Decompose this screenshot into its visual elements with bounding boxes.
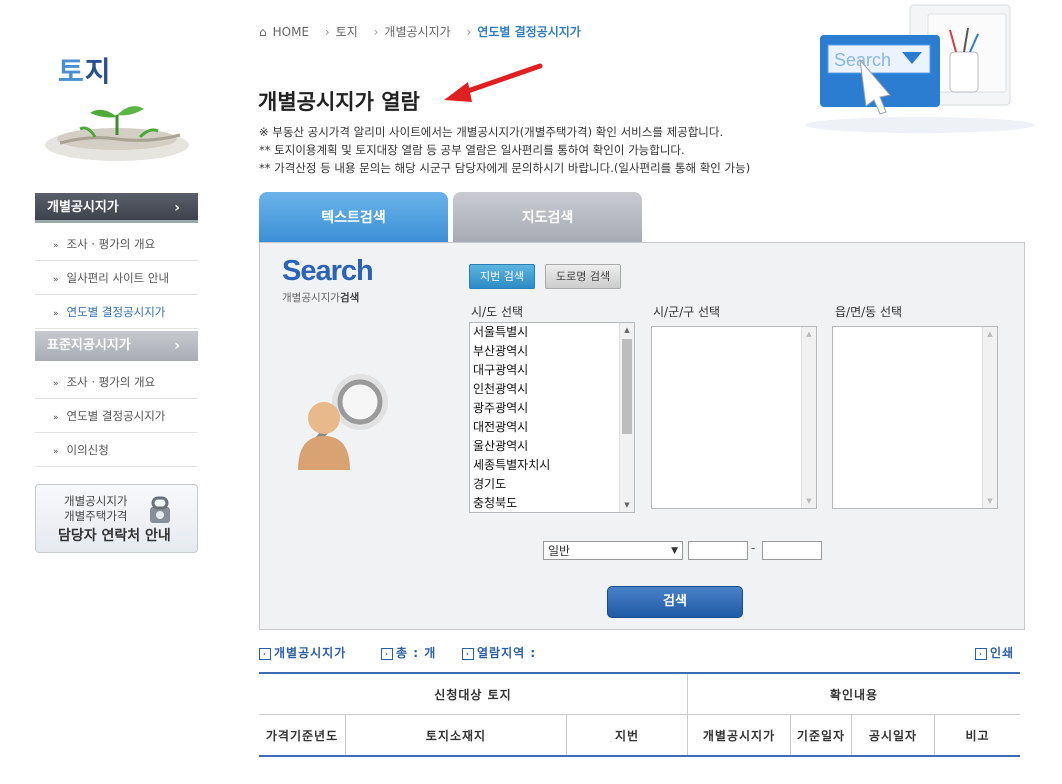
breadcrumb-home[interactable]: HOME	[273, 25, 309, 39]
search-illustration: Search	[805, 4, 1035, 133]
eupmyeondong-listbox[interactable]: ▲ ▼	[832, 326, 998, 509]
red-arrow-annotation	[444, 63, 543, 102]
scrollbar[interactable]: ▲ ▼	[619, 323, 634, 512]
bullet-icon: »	[53, 241, 59, 251]
col-publish-date: 공시일자	[851, 714, 935, 757]
sido-option[interactable]: 광주광역시	[470, 399, 634, 418]
sido-option[interactable]: 세종특별자치시	[470, 456, 634, 475]
contact-info-button[interactable]: 개별공시지가 개별주택가격 담당자 연락처 안내	[35, 484, 198, 553]
search-logo: Search	[282, 255, 374, 287]
description-line: ** 토지이용계획 및 토지대장 열람 등 공부 열람은 일사편리를 통하여 확…	[259, 143, 685, 157]
bullet-icon: »	[53, 309, 59, 319]
box-arrow-icon: ›	[462, 648, 474, 660]
sido-option[interactable]: 부산광역시	[470, 342, 634, 361]
road-name-search-button[interactable]: 도로명 검색	[545, 264, 622, 289]
land-kind-select[interactable]: 일반 ▼	[543, 541, 683, 560]
scroll-up-icon[interactable]: ▲	[620, 323, 634, 337]
jibun-search-button[interactable]: 지번 검색	[469, 264, 535, 289]
scroll-down-icon[interactable]: ▼	[802, 494, 816, 508]
sido-option[interactable]: 울산광역시	[470, 437, 634, 456]
dash-separator: -	[751, 541, 756, 555]
bullet-icon: »	[53, 413, 59, 423]
home-icon: ⌂	[259, 25, 267, 39]
page-title: 개별공시지가 열람	[258, 90, 420, 114]
sidebar-item-std-survey-overview[interactable]: » 조사 · 평가의 개요	[35, 365, 198, 399]
sido-option[interactable]: 경기도	[470, 475, 634, 494]
scrollbar[interactable]: ▲ ▼	[982, 327, 997, 508]
sidebar-category-individual[interactable]: 개별공시지가 ›	[35, 193, 198, 223]
sidebar-category-standard[interactable]: 표준지공시지가 ›	[35, 331, 198, 361]
search-button[interactable]: 검색	[607, 586, 743, 618]
bubun-input[interactable]	[762, 541, 822, 560]
sidebar-item-ilsa-guide[interactable]: » 일사편리 사이트 안내	[35, 261, 198, 295]
bullet-icon: »	[53, 275, 59, 285]
sprout-illustration	[45, 106, 189, 161]
print-button[interactable]: › 인쇄	[975, 644, 1014, 661]
header-group-target: 신청대상 토지	[259, 672, 688, 715]
sido-option[interactable]: 대전광역시	[470, 418, 634, 437]
chevron-right-icon: ›	[324, 25, 330, 39]
sido-option[interactable]: 충청북도	[470, 494, 634, 512]
col-remarks: 비고	[934, 714, 1020, 757]
section-title: 토지	[58, 55, 112, 88]
box-arrow-icon: ›	[259, 648, 271, 660]
description-line: ** 가격산정 등 내용 문의는 해당 시군구 담당자에게 문의하시기 바랍니다…	[259, 161, 751, 175]
sido-label: 시/도 선택	[471, 305, 524, 319]
col-year: 가격기준년도	[259, 714, 346, 757]
eupmyeondong-label: 읍/면/동 선택	[835, 305, 903, 319]
result-table: 신청대상 토지 확인내용 가격기준년도 토지소재지 지번 개별공시지가 기준일자…	[259, 672, 1020, 757]
scroll-up-icon[interactable]: ▲	[802, 327, 816, 341]
sido-listbox[interactable]: 서울특별시 부산광역시 대구광역시 인천광역시 광주광역시 대전광역시 울산광역…	[469, 322, 635, 513]
tab-map-search[interactable]: 지도검색	[453, 192, 642, 242]
breadcrumb: ⌂ HOME › 토지 › 개별공시지가 › 연도별 결정공시지가	[259, 23, 587, 40]
chevron-right-icon: ›	[373, 25, 379, 39]
scroll-down-icon[interactable]: ▼	[620, 498, 634, 512]
sidebar-item-std-yearly-price[interactable]: » 연도별 결정공시지가	[35, 399, 198, 433]
sidebar-item-yearly-price[interactable]: » 연도별 결정공시지가	[35, 295, 198, 329]
chevron-down-icon: ▼	[671, 546, 678, 556]
bonbun-input[interactable]	[688, 541, 748, 560]
search-subtitle: 개별공시지가검색	[282, 292, 360, 304]
tab-text-search[interactable]: 텍스트검색	[259, 192, 448, 242]
col-location: 토지소재지	[345, 714, 567, 757]
description-line: ※ 부동산 공시가격 알리미 사이트에서는 개별공시지가(개별주택가격) 확인 …	[259, 125, 724, 139]
result-region: › 열람지역 :	[462, 644, 536, 661]
header-group-confirm: 확인내용	[687, 672, 1020, 715]
col-price: 개별공시지가	[687, 714, 791, 757]
breadcrumb-current: 연도별 결정공시지가	[477, 25, 581, 39]
breadcrumb-land[interactable]: 토지	[336, 25, 358, 39]
sido-option[interactable]: 대구광역시	[470, 361, 634, 380]
scrollbar[interactable]: ▲ ▼	[801, 327, 816, 508]
sidebar-item-objection[interactable]: » 이의신청	[35, 433, 198, 467]
box-arrow-icon: ›	[975, 648, 987, 660]
chevron-right-icon: ›	[174, 338, 180, 354]
scroll-thumb[interactable]	[622, 339, 632, 434]
person-magnifier-illustration	[298, 374, 388, 470]
col-jibun: 지번	[566, 714, 688, 757]
result-label-individual: › 개별공시지가	[259, 644, 346, 661]
result-total-count: › 총 : 개	[381, 644, 436, 661]
scroll-down-icon[interactable]: ▼	[983, 494, 997, 508]
sidebar-item-survey-overview[interactable]: » 조사 · 평가의 개요	[35, 227, 198, 261]
sigungu-label: 시/군/구 선택	[653, 305, 721, 319]
scroll-up-icon[interactable]: ▲	[983, 327, 997, 341]
phone-icon	[150, 496, 170, 523]
bullet-icon: »	[53, 379, 59, 389]
sido-option[interactable]: 서울특별시	[470, 323, 634, 342]
sigungu-listbox[interactable]: ▲ ▼	[651, 326, 817, 509]
box-arrow-icon: ›	[381, 648, 393, 660]
chevron-right-icon: ›	[466, 25, 472, 39]
col-base-date: 기준일자	[790, 714, 852, 757]
sido-option[interactable]: 인천광역시	[470, 380, 634, 399]
chevron-right-icon: ›	[174, 200, 180, 216]
bullet-icon: »	[53, 447, 59, 457]
breadcrumb-individual[interactable]: 개별공시지가	[384, 25, 450, 39]
